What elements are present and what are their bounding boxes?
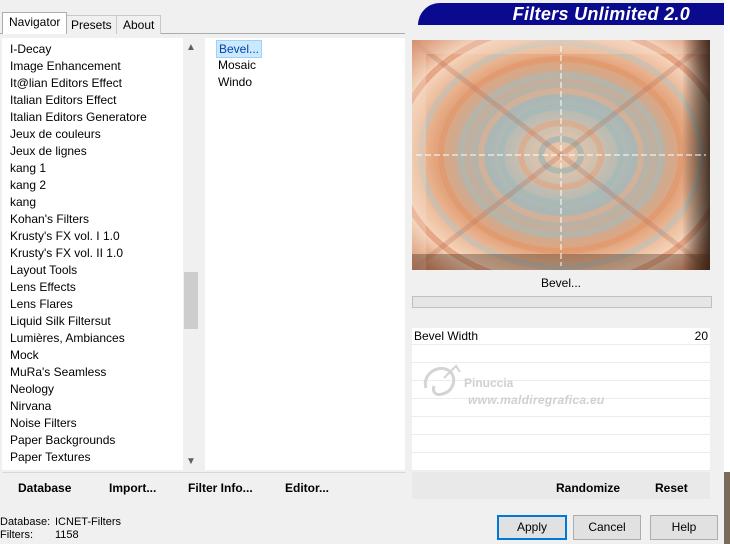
param-value[interactable]: 20 — [695, 329, 708, 343]
tab-presets[interactable]: Presets — [64, 15, 119, 34]
window-edge — [724, 0, 730, 544]
database-status-value: ICNET-Filters — [55, 516, 121, 528]
import-button[interactable]: Import... — [109, 481, 156, 495]
watermark: Pinuccia www.maldiregrafica.eu — [414, 358, 674, 418]
watermark-line1: Pinuccia — [464, 376, 514, 390]
param-row-bevel-width[interactable]: Bevel Width 20 — [412, 328, 710, 345]
category-item[interactable]: Nirvana — [10, 398, 51, 415]
category-item[interactable]: Krusty's FX vol. II 1.0 — [10, 245, 123, 262]
category-item[interactable]: Paper Textures — [10, 449, 91, 466]
randomize-button[interactable]: Randomize — [556, 481, 620, 495]
param-name: Bevel Width — [414, 329, 479, 343]
app-banner: Filters Unlimited 2.0 — [418, 3, 724, 25]
category-item[interactable]: Italian Editors Effect — [10, 92, 117, 109]
category-item[interactable]: MuRa's Seamless — [10, 364, 106, 381]
scroll-up-icon[interactable]: ▲ — [183, 40, 199, 56]
category-item[interactable]: Jeux de lignes — [10, 143, 87, 160]
preview-image[interactable] — [412, 40, 710, 270]
category-item[interactable]: Mock — [10, 347, 39, 364]
banner-title: Filters Unlimited 2.0 — [512, 4, 690, 24]
category-item[interactable]: Jeux de couleurs — [10, 126, 101, 143]
category-item[interactable]: I-Decay — [10, 41, 51, 58]
category-item[interactable]: Krusty's FX vol. I 1.0 — [10, 228, 120, 245]
scroll-down-icon[interactable]: ▼ — [183, 454, 199, 470]
preview-slider[interactable] — [412, 296, 712, 308]
filter-list[interactable]: Bevel... Mosaic Windo — [205, 38, 405, 470]
category-item[interactable]: Neology — [10, 381, 54, 398]
category-item[interactable]: Lens Flares — [10, 296, 73, 313]
category-list[interactable]: I-Decay Image Enhancement It@lian Editors … — [2, 38, 183, 470]
preview-filter-label: Bevel... — [412, 271, 710, 295]
filters-count-value: 1158 — [55, 529, 79, 541]
param-row-empty — [412, 436, 710, 453]
category-item[interactable]: Image Enhancement — [10, 58, 121, 75]
apply-button[interactable]: Apply — [497, 515, 567, 540]
param-row-empty — [412, 454, 710, 471]
category-item[interactable]: Liquid Silk Filtersut — [10, 313, 111, 330]
tab-about[interactable]: About — [116, 15, 162, 34]
category-item[interactable]: Lens Effects — [10, 279, 76, 296]
database-button[interactable]: Database — [18, 481, 71, 495]
help-button[interactable]: Help — [650, 515, 718, 540]
category-item[interactable]: Paper Backgrounds — [10, 432, 115, 449]
category-item[interactable]: kang 1 — [10, 160, 46, 177]
database-status-label: Database: — [0, 516, 51, 528]
filters-count-label: Filters: — [0, 529, 33, 541]
filter-item-windo[interactable]: Windo — [216, 74, 254, 90]
filter-item-bevel[interactable]: Bevel... — [216, 40, 263, 58]
param-row-empty — [412, 418, 710, 435]
cancel-button[interactable]: Cancel — [573, 515, 641, 540]
category-item[interactable]: kang 2 — [10, 177, 46, 194]
category-item[interactable]: It@lian Editors Effect — [10, 75, 122, 92]
window-edge-dark — [724, 472, 730, 544]
category-item[interactable]: Noise Filters — [10, 415, 77, 432]
category-item[interactable]: Italian Editors Generatore — [10, 109, 147, 126]
scroll-thumb[interactable] — [184, 272, 198, 329]
editor-button[interactable]: Editor... — [285, 481, 329, 495]
watermark-line2: www.maldiregrafica.eu — [468, 393, 605, 407]
category-item[interactable]: Layout Tools — [10, 262, 77, 279]
category-item[interactable]: Kohan's Filters — [10, 211, 89, 228]
tab-navigator[interactable]: Navigator — [2, 12, 68, 34]
category-item[interactable]: kang — [10, 194, 36, 211]
reset-button[interactable]: Reset — [655, 481, 688, 495]
category-item[interactable]: Lumières, Ambiances — [10, 330, 125, 347]
filter-info-button[interactable]: Filter Info... — [188, 481, 253, 495]
filter-item-mosaic[interactable]: Mosaic — [216, 57, 258, 73]
category-scrollbar[interactable]: ▲ ▼ — [183, 38, 199, 470]
